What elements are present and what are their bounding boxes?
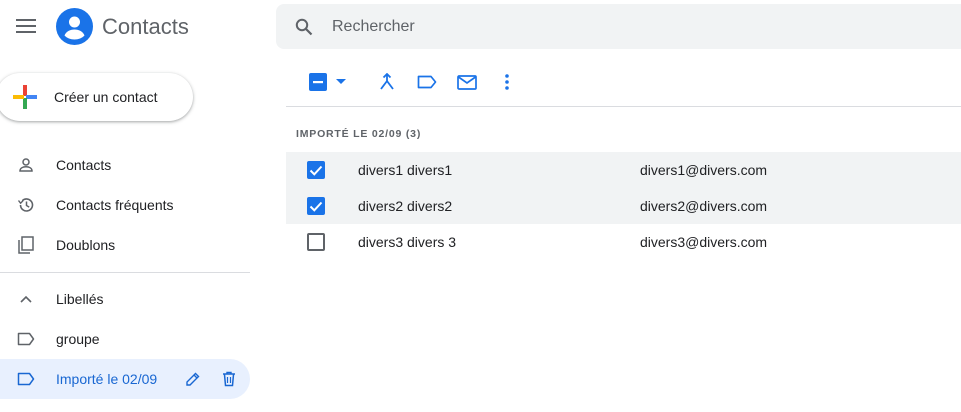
contact-email: divers3@divers.com bbox=[640, 234, 768, 250]
sidebar-item-contacts[interactable]: Contacts bbox=[0, 145, 250, 185]
create-contact-label: Créer un contact bbox=[54, 89, 158, 105]
edit-icon[interactable] bbox=[182, 368, 204, 390]
row-checkbox[interactable] bbox=[307, 197, 325, 215]
sidebar-item-label: groupe bbox=[56, 331, 100, 347]
contact-row[interactable]: divers1 divers1 divers1@divers.com bbox=[286, 152, 961, 188]
sidebar-item-duplicates[interactable]: Doublons bbox=[0, 225, 250, 265]
menu-icon[interactable] bbox=[12, 12, 40, 40]
sidebar-item-label-imported[interactable]: Importé le 02/09 bbox=[0, 359, 250, 399]
label-icon[interactable] bbox=[416, 66, 438, 98]
search-icon[interactable] bbox=[292, 15, 316, 39]
dropdown-arrow-icon[interactable] bbox=[334, 66, 348, 98]
email-icon[interactable] bbox=[455, 66, 479, 98]
delete-icon[interactable] bbox=[218, 368, 240, 390]
contact-row[interactable]: divers3 divers 3 divers3@divers.com bbox=[286, 224, 961, 260]
section-title: IMPORTÉ LE 02/09 (3) bbox=[296, 128, 422, 140]
sidebar-item-label: Doublons bbox=[56, 237, 116, 253]
row-checkbox[interactable] bbox=[307, 161, 325, 179]
label-icon bbox=[16, 329, 36, 349]
label-icon bbox=[16, 369, 36, 389]
contact-name: divers3 divers 3 bbox=[358, 234, 457, 250]
toolbar-divider bbox=[286, 106, 961, 107]
contact-email: divers2@divers.com bbox=[640, 198, 768, 214]
create-contact-button[interactable]: Créer un contact bbox=[0, 73, 193, 121]
merge-icon[interactable] bbox=[376, 66, 398, 98]
copy-icon bbox=[16, 235, 36, 255]
person-icon bbox=[16, 155, 36, 175]
labels-header: Libellés bbox=[56, 291, 104, 307]
sidebar-divider bbox=[0, 272, 250, 273]
sidebar-item-label: Contacts fréquents bbox=[56, 197, 174, 213]
history-icon bbox=[16, 195, 36, 215]
contacts-app: Contacts Créer un contact Contacts Conta… bbox=[0, 0, 961, 412]
contact-name: divers1 divers1 bbox=[358, 162, 453, 178]
search-bar[interactable] bbox=[276, 4, 961, 49]
contact-name: divers2 divers2 bbox=[358, 198, 453, 214]
contact-email: divers1@divers.com bbox=[640, 162, 768, 178]
contact-row[interactable]: divers2 divers2 divers2@divers.com bbox=[286, 188, 961, 224]
more-vert-icon[interactable] bbox=[499, 66, 515, 98]
sidebar-item-label: Importé le 02/09 bbox=[56, 371, 158, 387]
chevron-up-icon bbox=[16, 289, 36, 309]
app-title: Contacts bbox=[102, 14, 189, 39]
row-checkbox[interactable] bbox=[307, 233, 325, 251]
label-actions bbox=[182, 368, 240, 390]
sidebar-item-label-groupe[interactable]: groupe bbox=[0, 319, 250, 359]
labels-section-toggle[interactable]: Libellés bbox=[0, 279, 250, 319]
contacts-logo-icon bbox=[56, 8, 93, 45]
select-checkbox-icon[interactable] bbox=[308, 66, 328, 98]
plus-icon bbox=[12, 84, 38, 110]
sidebar-item-label: Contacts bbox=[56, 157, 112, 173]
search-input[interactable] bbox=[332, 17, 832, 36]
sidebar-item-frequent[interactable]: Contacts fréquents bbox=[0, 185, 250, 225]
